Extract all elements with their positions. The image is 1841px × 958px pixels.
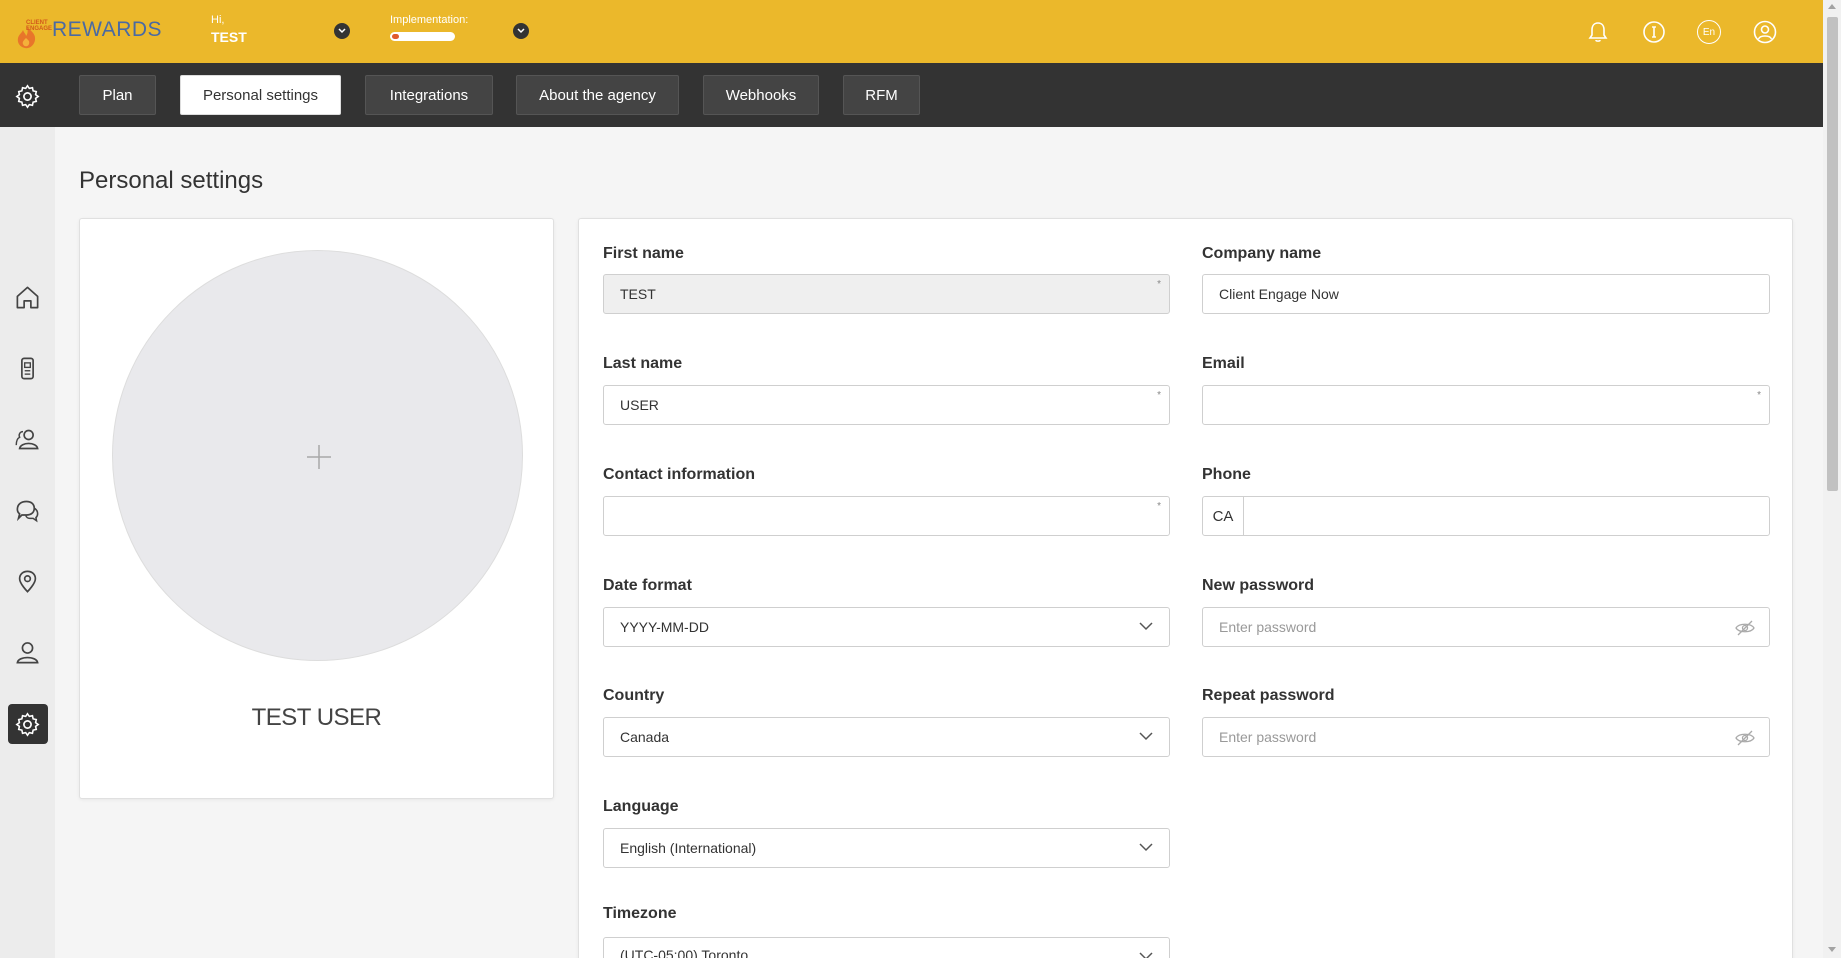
bell-icon[interactable] <box>1586 20 1610 44</box>
location-icon[interactable] <box>14 568 41 595</box>
chat-icon[interactable] <box>14 497 41 524</box>
required-marker: * <box>1157 501 1161 512</box>
info-icon[interactable] <box>1642 20 1666 44</box>
scrollbar-thumb[interactable] <box>1827 17 1838 491</box>
tab-rfm[interactable]: RFM <box>843 75 920 115</box>
chevron-down-icon <box>1139 622 1153 631</box>
phone-field[interactable]: CA <box>1202 496 1770 536</box>
home-icon[interactable] <box>14 284 41 311</box>
language-en-icon[interactable]: En <box>1697 20 1721 44</box>
new-password-placeholder: Enter password <box>1219 619 1317 635</box>
last-name-field[interactable]: USER * <box>603 385 1170 425</box>
implementation-dropdown-button[interactable] <box>513 23 529 39</box>
contact-information-label: Contact information <box>603 466 755 483</box>
first-name-value: TEST <box>620 286 656 302</box>
country-value: Canada <box>620 729 670 745</box>
timezone-select[interactable]: (UTC-05:00) Toronto <box>603 937 1170 958</box>
avatar-user-name: TEST USER <box>251 704 382 731</box>
email-field[interactable]: * <box>1202 385 1770 425</box>
settings-subnav: Plan Personal settings Integrations Abou… <box>0 63 1823 127</box>
gear-icon <box>15 84 40 109</box>
implementation-progress-bar <box>390 32 455 41</box>
tab-plan[interactable]: Plan <box>79 75 156 115</box>
new-password-field[interactable]: Enter password <box>1202 607 1770 647</box>
repeat-password-field[interactable]: Enter password <box>1202 717 1770 757</box>
users-icon[interactable] <box>14 426 41 453</box>
first-name-label: First name <box>603 245 684 262</box>
date-format-label: Date format <box>603 577 692 594</box>
eye-off-icon[interactable] <box>1735 619 1755 637</box>
mobile-card-icon[interactable] <box>14 355 41 382</box>
company-name-field[interactable]: Client Engage Now <box>1202 274 1770 314</box>
required-marker: * <box>1757 390 1761 401</box>
language-label: Language <box>603 798 679 815</box>
company-name-value: Client Engage Now <box>1219 286 1339 302</box>
page-title: Personal settings <box>79 167 264 194</box>
avatar-card: TEST USER <box>79 218 554 799</box>
eye-off-icon[interactable] <box>1735 729 1755 747</box>
tab-about-the-agency[interactable]: About the agency <box>516 75 679 115</box>
repeat-password-label: Repeat password <box>1202 687 1335 704</box>
date-format-value: YYYY-MM-DD <box>620 619 709 635</box>
greeting-user-name: TEST <box>211 29 247 45</box>
implementation-progress-fill <box>392 34 399 39</box>
user-greeting: Hi, TEST <box>211 14 247 45</box>
first-name-field[interactable]: TEST * <box>603 274 1170 314</box>
language-value: English (International) <box>620 840 757 856</box>
avatar-upload[interactable] <box>112 250 523 661</box>
settings-icon[interactable] <box>14 711 41 738</box>
new-password-label: New password <box>1202 577 1315 594</box>
personal-settings-form: First name TEST * Last name USER * Conta… <box>578 218 1793 958</box>
tab-webhooks[interactable]: Webhooks <box>703 75 819 115</box>
user-menu-dropdown-button[interactable] <box>334 23 350 39</box>
chevron-down-icon <box>1139 843 1153 852</box>
timezone-label: Timezone <box>603 905 677 922</box>
required-marker: * <box>1157 390 1161 401</box>
last-name-label: Last name <box>603 355 683 372</box>
implementation-progress: Implementation: <box>390 14 468 41</box>
required-marker: * <box>1157 279 1161 290</box>
repeat-password-placeholder: Enter password <box>1219 729 1317 745</box>
top-header: CLIENT ENGAGE REWARDS Hi, TEST Implement… <box>0 0 1823 63</box>
language-select[interactable]: English (International) <box>603 828 1170 868</box>
plus-icon <box>307 445 331 469</box>
timezone-value: (UTC-05:00) Toronto <box>620 947 749 958</box>
chevron-down-icon <box>1139 952 1153 958</box>
user-icon[interactable] <box>14 639 41 666</box>
country-label: Country <box>603 687 665 704</box>
phone-label: Phone <box>1202 466 1251 483</box>
last-name-value: USER <box>620 397 659 413</box>
implementation-label: Implementation: <box>390 14 469 26</box>
chevron-down-icon <box>1139 732 1153 741</box>
phone-country-prefix[interactable]: CA <box>1203 497 1244 535</box>
tab-integrations[interactable]: Integrations <box>365 75 493 115</box>
user-profile-icon[interactable] <box>1753 20 1777 44</box>
scroll-down-icon[interactable] <box>1828 947 1836 952</box>
chevron-down-icon <box>517 28 525 34</box>
page-scrollbar[interactable] <box>1823 0 1841 958</box>
company-name-label: Company name <box>1202 245 1322 262</box>
country-select[interactable]: Canada <box>603 717 1170 757</box>
brand-name: REWARDS <box>52 18 163 41</box>
left-sidebar <box>0 127 55 958</box>
email-label: Email <box>1202 355 1245 372</box>
tab-personal-settings[interactable]: Personal settings <box>180 75 341 115</box>
chevron-down-icon <box>338 28 346 34</box>
greeting-label: Hi, <box>211 14 225 26</box>
date-format-select[interactable]: YYYY-MM-DD <box>603 607 1170 647</box>
contact-information-field[interactable]: * <box>603 496 1170 536</box>
brand-logo[interactable]: CLIENT ENGAGE REWARDS <box>14 18 164 50</box>
scroll-up-icon[interactable] <box>1828 4 1836 9</box>
